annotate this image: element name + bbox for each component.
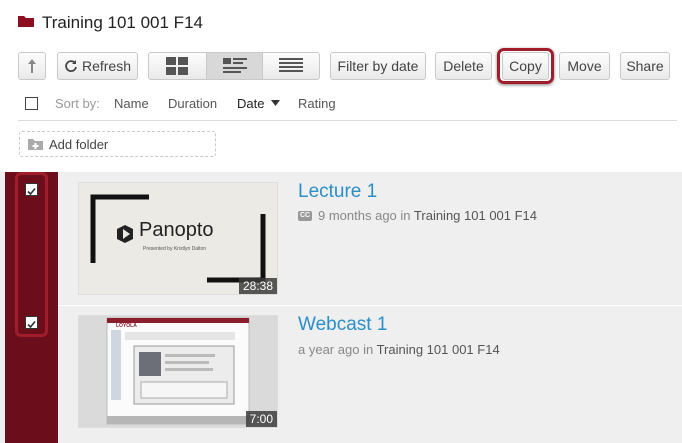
move-button[interactable]: Move (559, 52, 610, 80)
up-arrow-icon (28, 59, 36, 73)
list-icon (279, 58, 303, 72)
select-all-checkbox[interactable] (25, 97, 38, 110)
copy-button[interactable]: Copy (502, 52, 549, 80)
page-title: Training 101 001 F14 (42, 13, 203, 32)
refresh-label: Refresh (81, 58, 132, 74)
folder-icon (18, 16, 34, 27)
thumbnail-view-button[interactable] (149, 53, 206, 79)
caret-down-icon (271, 100, 281, 106)
thumbnail-caption: Presented by Kristlyn Dalton (143, 246, 207, 252)
sort-name[interactable]: Name (114, 96, 149, 111)
sort-rating[interactable]: Rating (298, 96, 336, 111)
row-divider (58, 305, 682, 306)
sort-date-label: Date (237, 96, 265, 111)
thumbnail-webcast-1[interactable]: LOYOLA 7:00 (79, 316, 277, 427)
item-folder-link[interactable]: Training 101 001 F14 (377, 342, 500, 357)
refresh-icon (65, 60, 77, 72)
item-age: a year ago (298, 342, 360, 357)
filter-by-date-button[interactable]: Filter by date (330, 52, 426, 80)
view-mode-group (148, 52, 320, 80)
loyola-logo-text: LOYOLA (116, 323, 137, 329)
list-view-button[interactable] (263, 53, 320, 79)
detail-view-button[interactable] (206, 53, 263, 79)
add-folder-button[interactable]: Add folder (19, 131, 216, 157)
item-in: in (363, 342, 374, 357)
checkbox-highlight-ring (15, 172, 48, 337)
sort-by-label: Sort by: (55, 96, 100, 111)
sort-duration[interactable]: Duration (168, 96, 217, 111)
up-folder-button[interactable] (18, 52, 46, 80)
item-meta-lecture-1: 9 months ago in Training 101 001 F14 (318, 208, 537, 223)
item-title-webcast-1[interactable]: Webcast 1 (298, 314, 387, 336)
duration-badge: 7:00 (245, 411, 277, 427)
item-folder-link[interactable]: Training 101 001 F14 (414, 208, 537, 223)
add-folder-label: Add folder (49, 137, 109, 152)
duration-badge: 28:38 (238, 278, 277, 294)
share-button[interactable]: Share (620, 52, 670, 80)
detail-list-icon (223, 58, 247, 73)
item-age: 9 months ago (318, 208, 397, 223)
item-meta-webcast-1: a year ago in Training 101 001 F14 (298, 342, 500, 357)
delete-button[interactable]: Delete (435, 52, 492, 80)
header-divider (18, 120, 677, 121)
item-in: in (400, 208, 411, 223)
closed-captions-icon: CC (298, 211, 312, 221)
panopto-logo-text: Panopto (139, 219, 214, 241)
thumbnail-lecture-1[interactable]: Panopto Presented by Kristlyn Dalton 28:… (79, 183, 277, 294)
sort-date[interactable]: Date (237, 96, 281, 111)
grid-icon (166, 57, 188, 75)
item-title-lecture-1[interactable]: Lecture 1 (298, 181, 377, 203)
add-folder-icon (28, 139, 43, 150)
refresh-button[interactable]: Refresh (57, 52, 138, 80)
